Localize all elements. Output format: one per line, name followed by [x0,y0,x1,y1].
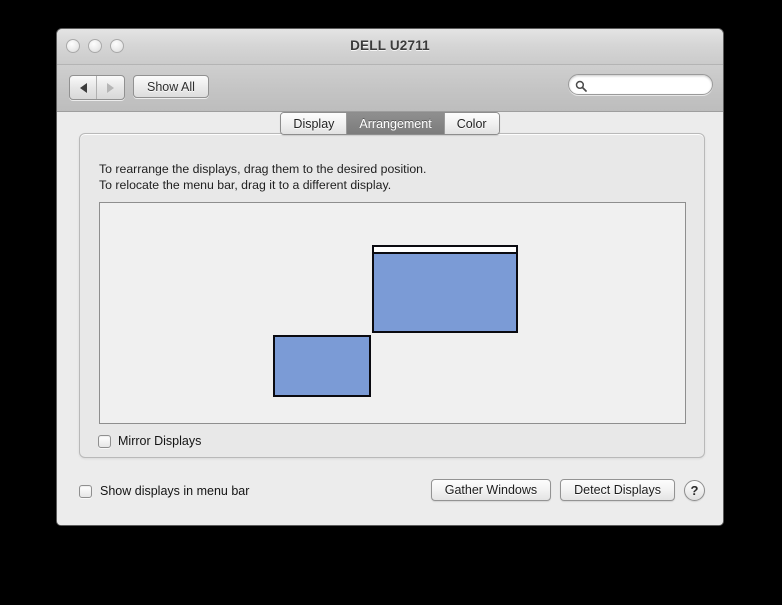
detect-displays-button[interactable]: Detect Displays [560,479,675,501]
tab-arrangement-label: Arrangement [359,116,432,131]
bottom-bar: Show displays in menu bar Gather Windows… [57,468,723,525]
tab-segmented-control: Display Arrangement Color [280,112,500,135]
navigation-segmented-control [69,75,125,100]
mirror-displays-row[interactable]: Mirror Displays [98,434,201,448]
tab-color[interactable]: Color [444,113,499,134]
show-displays-in-menu-bar-checkbox[interactable] [79,484,92,498]
tab-display[interactable]: Display [281,113,348,134]
search-icon [575,79,587,92]
gather-windows-label: Gather Windows [444,483,538,497]
show-displays-in-menu-bar-label: Show displays in menu bar [100,484,250,498]
preferences-toolbar: Show All [57,65,723,112]
mirror-displays-label: Mirror Displays [118,434,202,448]
show-all-label: Show All [147,79,195,94]
tab-color-label: Color [456,116,487,131]
detect-displays-label: Detect Displays [574,483,661,497]
instructions-block: To rearrange the displays, drag them to … [99,161,426,193]
show-all-button[interactable]: Show All [133,75,209,98]
display-arrangement-canvas[interactable] [99,202,686,424]
forward-button[interactable] [97,76,124,99]
system-preferences-window: DELL U2711 Show All To rearrange the dis… [56,28,724,526]
action-buttons: Gather Windows Detect Displays ? [430,479,705,501]
help-button[interactable]: ? [684,479,705,501]
instruction-line-1: To rearrange the displays, drag them to … [99,162,427,176]
preference-tabs: Display Arrangement Color [56,112,724,135]
display-primary[interactable] [372,252,518,333]
mirror-displays-checkbox[interactable] [98,434,111,448]
chevron-left-icon [79,82,87,93]
help-label: ? [690,482,699,498]
show-in-menu-bar-row[interactable]: Show displays in menu bar [79,484,249,498]
chevron-right-icon [107,82,114,93]
search-field[interactable] [568,74,713,95]
arrangement-panel: To rearrange the displays, drag them to … [79,133,705,458]
search-input[interactable] [590,76,702,93]
gather-windows-button[interactable]: Gather Windows [430,479,552,501]
tab-display-label: Display [293,116,335,131]
back-button[interactable] [70,76,97,99]
instruction-line-2: To relocate the menu bar, drag it to a d… [99,178,392,192]
display-secondary[interactable] [273,335,371,397]
tab-arrangement[interactable]: Arrangement [347,113,445,134]
window-title: DELL U2711 [350,38,430,53]
preferences-content: To rearrange the displays, drag them to … [57,112,723,525]
window-titlebar[interactable]: DELL U2711 [57,29,723,65]
